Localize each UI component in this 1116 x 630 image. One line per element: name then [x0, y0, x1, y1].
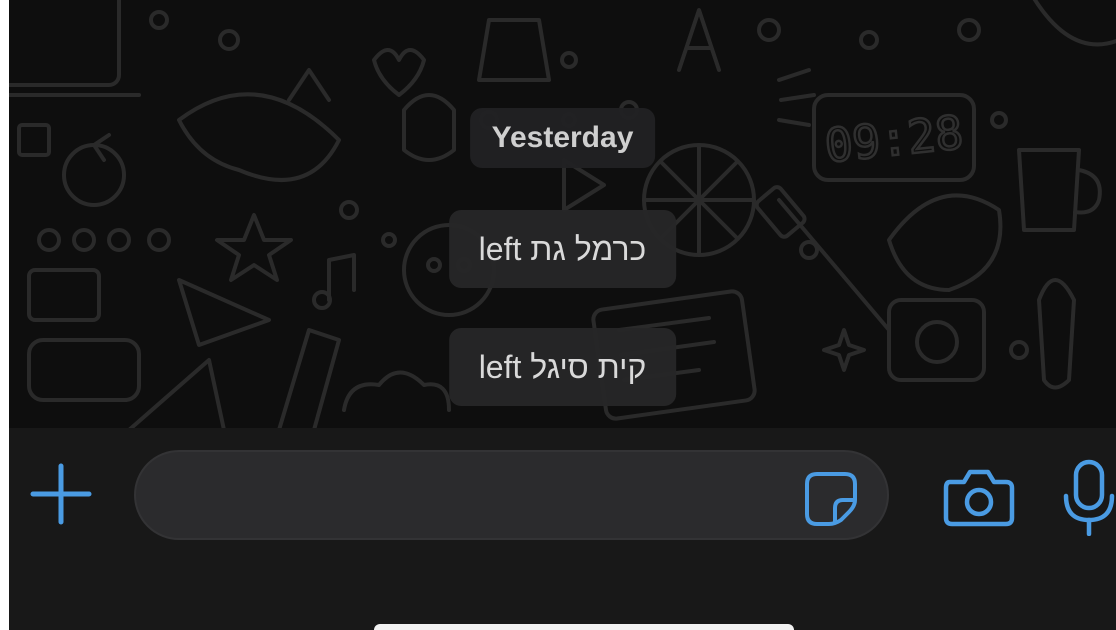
chat-screen: 09:28 Yesterday left כרמל גת left קית סי…: [9, 0, 1116, 630]
plus-icon: [30, 463, 92, 525]
camera-icon: [943, 469, 1015, 527]
wallpaper-clock-text: 09:28: [822, 105, 965, 173]
message-input[interactable]: [134, 450, 889, 540]
sticker-icon: [805, 472, 857, 526]
voice-message-button[interactable]: [1058, 458, 1116, 537]
microphone-icon: [1063, 459, 1115, 537]
sticker-button[interactable]: [803, 470, 859, 526]
message-input-bar: [9, 428, 1116, 630]
system-message: left קית סיגל: [448, 328, 677, 406]
camera-button[interactable]: [942, 466, 1016, 528]
date-separator: Yesterday: [469, 108, 656, 168]
home-indicator: [374, 624, 794, 630]
system-message: left כרמל גת: [448, 210, 677, 288]
attach-button[interactable]: [27, 460, 95, 528]
chat-messages-area: 09:28 Yesterday left כרמל גת left קית סי…: [9, 0, 1116, 428]
